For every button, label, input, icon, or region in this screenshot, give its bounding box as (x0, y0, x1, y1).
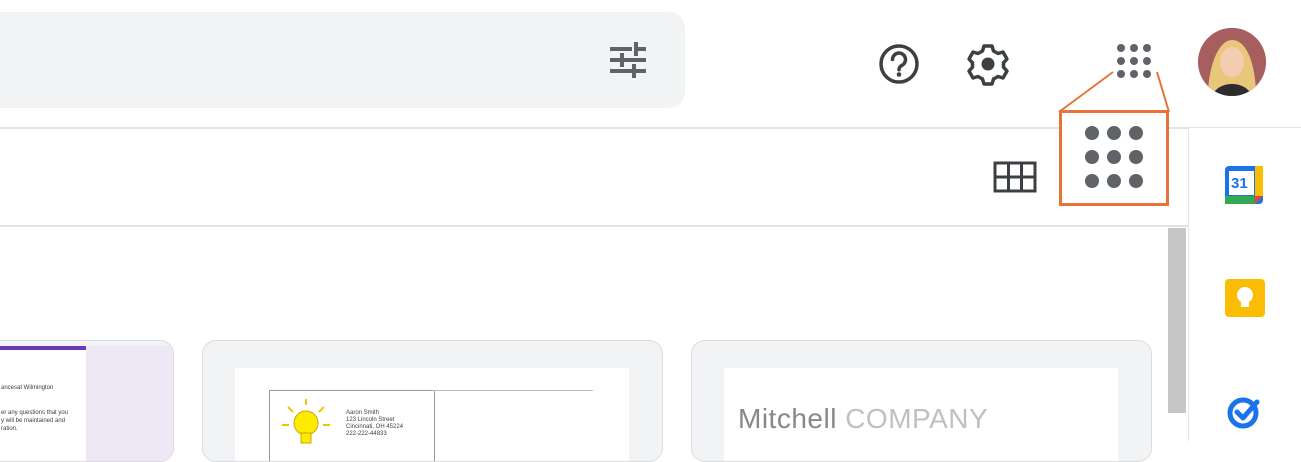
toolbar-divider (0, 225, 1188, 227)
template-card-letter[interactable]: Aaron Smith 123 Lincoln Street Cincinnat… (202, 340, 663, 462)
template-card-form[interactable]: ancesat Wilmington er any questions that… (0, 340, 174, 462)
form-line: ration. (1, 426, 18, 432)
letter-rule (433, 390, 593, 391)
callout-lines (1058, 71, 1170, 113)
company-title: Mitchell COMPANY (738, 403, 988, 435)
apps-icon-zoom-highlight (1059, 110, 1169, 206)
avatar[interactable] (1198, 28, 1266, 96)
help-icon[interactable] (875, 40, 923, 88)
scrollbar-thumb[interactable] (1168, 228, 1186, 413)
letterhead-box: Aaron Smith 123 Lincoln Street Cincinnat… (269, 390, 435, 461)
tune-icon[interactable] (606, 38, 650, 82)
company-title-secondary: COMPANY (845, 403, 989, 434)
calendar-date: 31 (1231, 175, 1248, 192)
form-header-bar (0, 346, 86, 350)
grid-view-icon[interactable] (993, 160, 1037, 194)
template-card-company[interactable]: Mitchell COMPANY (691, 340, 1152, 462)
form-background (86, 346, 173, 461)
gear-icon[interactable] (964, 40, 1012, 88)
form-line: er any questions that you (1, 410, 69, 416)
search-bar[interactable] (0, 12, 685, 108)
address-line: 222-222-44833 (346, 431, 387, 437)
company-title-main: Mitchell (738, 403, 837, 434)
lightbulb-icon (282, 399, 330, 444)
keep-icon[interactable] (1225, 279, 1265, 317)
form-line: ancesat Wilmington (1, 385, 54, 391)
tasks-icon[interactable] (1226, 394, 1264, 432)
calendar-icon[interactable]: 31 (1225, 166, 1263, 204)
form-line: y will be maintained and (1, 418, 66, 424)
